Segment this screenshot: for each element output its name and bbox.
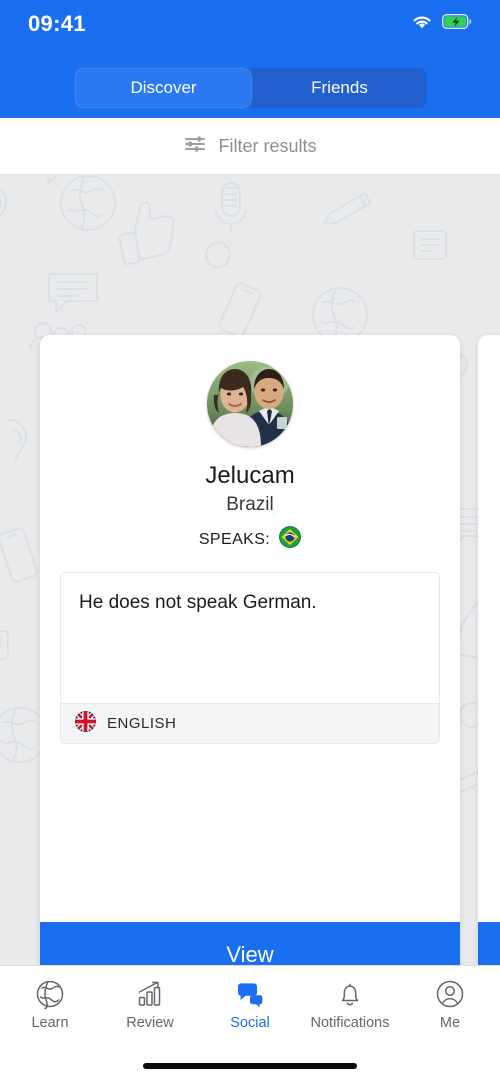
chat-bubbles-icon — [235, 978, 265, 1010]
tab-social[interactable]: Social — [200, 978, 300, 1031]
tab-learn[interactable]: Learn — [0, 978, 100, 1031]
tab-social-label: Social — [230, 1015, 270, 1031]
tab-discover-label: Discover — [130, 78, 197, 97]
app-header: 09:41 Discover Friends — [0, 0, 500, 118]
message-text: He does not speak German. — [79, 592, 317, 613]
profile-name: Jelucam — [205, 462, 295, 489]
battery-charging-icon — [442, 14, 472, 34]
tab-learn-label: Learn — [31, 1015, 69, 1031]
message-language-bar: ENGLISH — [61, 703, 439, 743]
tab-friends[interactable]: Friends — [252, 68, 427, 108]
message-box[interactable]: He does not speak German. ENGLISH — [60, 572, 440, 744]
avatar — [207, 361, 293, 447]
profile-country: Brazil — [226, 494, 274, 515]
tab-friends-label: Friends — [311, 78, 368, 97]
filter-sliders-icon — [183, 134, 207, 159]
tab-review-label: Review — [126, 1015, 174, 1031]
tab-me-label: Me — [439, 1015, 461, 1031]
brazil-flag-icon — [279, 526, 302, 553]
next-profile-card-body — [478, 335, 500, 922]
person-circle-icon — [435, 978, 465, 1010]
tab-notifications-label: Notifications — [310, 1015, 390, 1031]
tab-discover[interactable]: Discover — [75, 68, 252, 108]
app-screen: 09:41 Discover Friends Filter results Je… — [0, 0, 500, 1080]
bottom-tab-bar: Learn Review Social Notifications Me — [0, 965, 500, 1043]
globe-icon — [35, 978, 65, 1010]
home-indicator[interactable] — [143, 1063, 357, 1069]
bar-chart-arrow-icon — [135, 978, 165, 1010]
next-profile-card-peek[interactable] — [478, 335, 500, 965]
segmented-control[interactable]: Discover Friends — [75, 68, 427, 108]
filter-bar[interactable]: Filter results — [0, 118, 500, 175]
tab-me[interactable]: Me — [400, 978, 500, 1031]
filter-label: Filter results — [218, 135, 317, 156]
status-bar: 09:41 — [0, 0, 500, 48]
uk-flag-icon — [75, 710, 96, 737]
speaks-label: SPEAKS: — [198, 530, 271, 548]
profile-speaks-row: SPEAKS: — [198, 526, 302, 553]
status-bar-time: 09:41 — [28, 11, 86, 36]
profile-card[interactable]: Jelucam Brazil SPEAKS: He does not speak… — [40, 335, 460, 965]
tab-notifications[interactable]: Notifications — [300, 978, 400, 1031]
view-button[interactable]: View — [40, 922, 460, 965]
wifi-icon — [411, 14, 433, 35]
next-profile-view-button[interactable] — [478, 922, 500, 965]
tab-review[interactable]: Review — [100, 978, 200, 1031]
profile-card-content: Jelucam Brazil SPEAKS: He does not speak… — [40, 335, 460, 922]
bell-icon — [335, 978, 365, 1010]
status-bar-icons — [411, 14, 472, 35]
discover-feed: Jelucam Brazil SPEAKS: He does not speak… — [0, 175, 500, 965]
message-language-label: ENGLISH — [107, 715, 177, 732]
